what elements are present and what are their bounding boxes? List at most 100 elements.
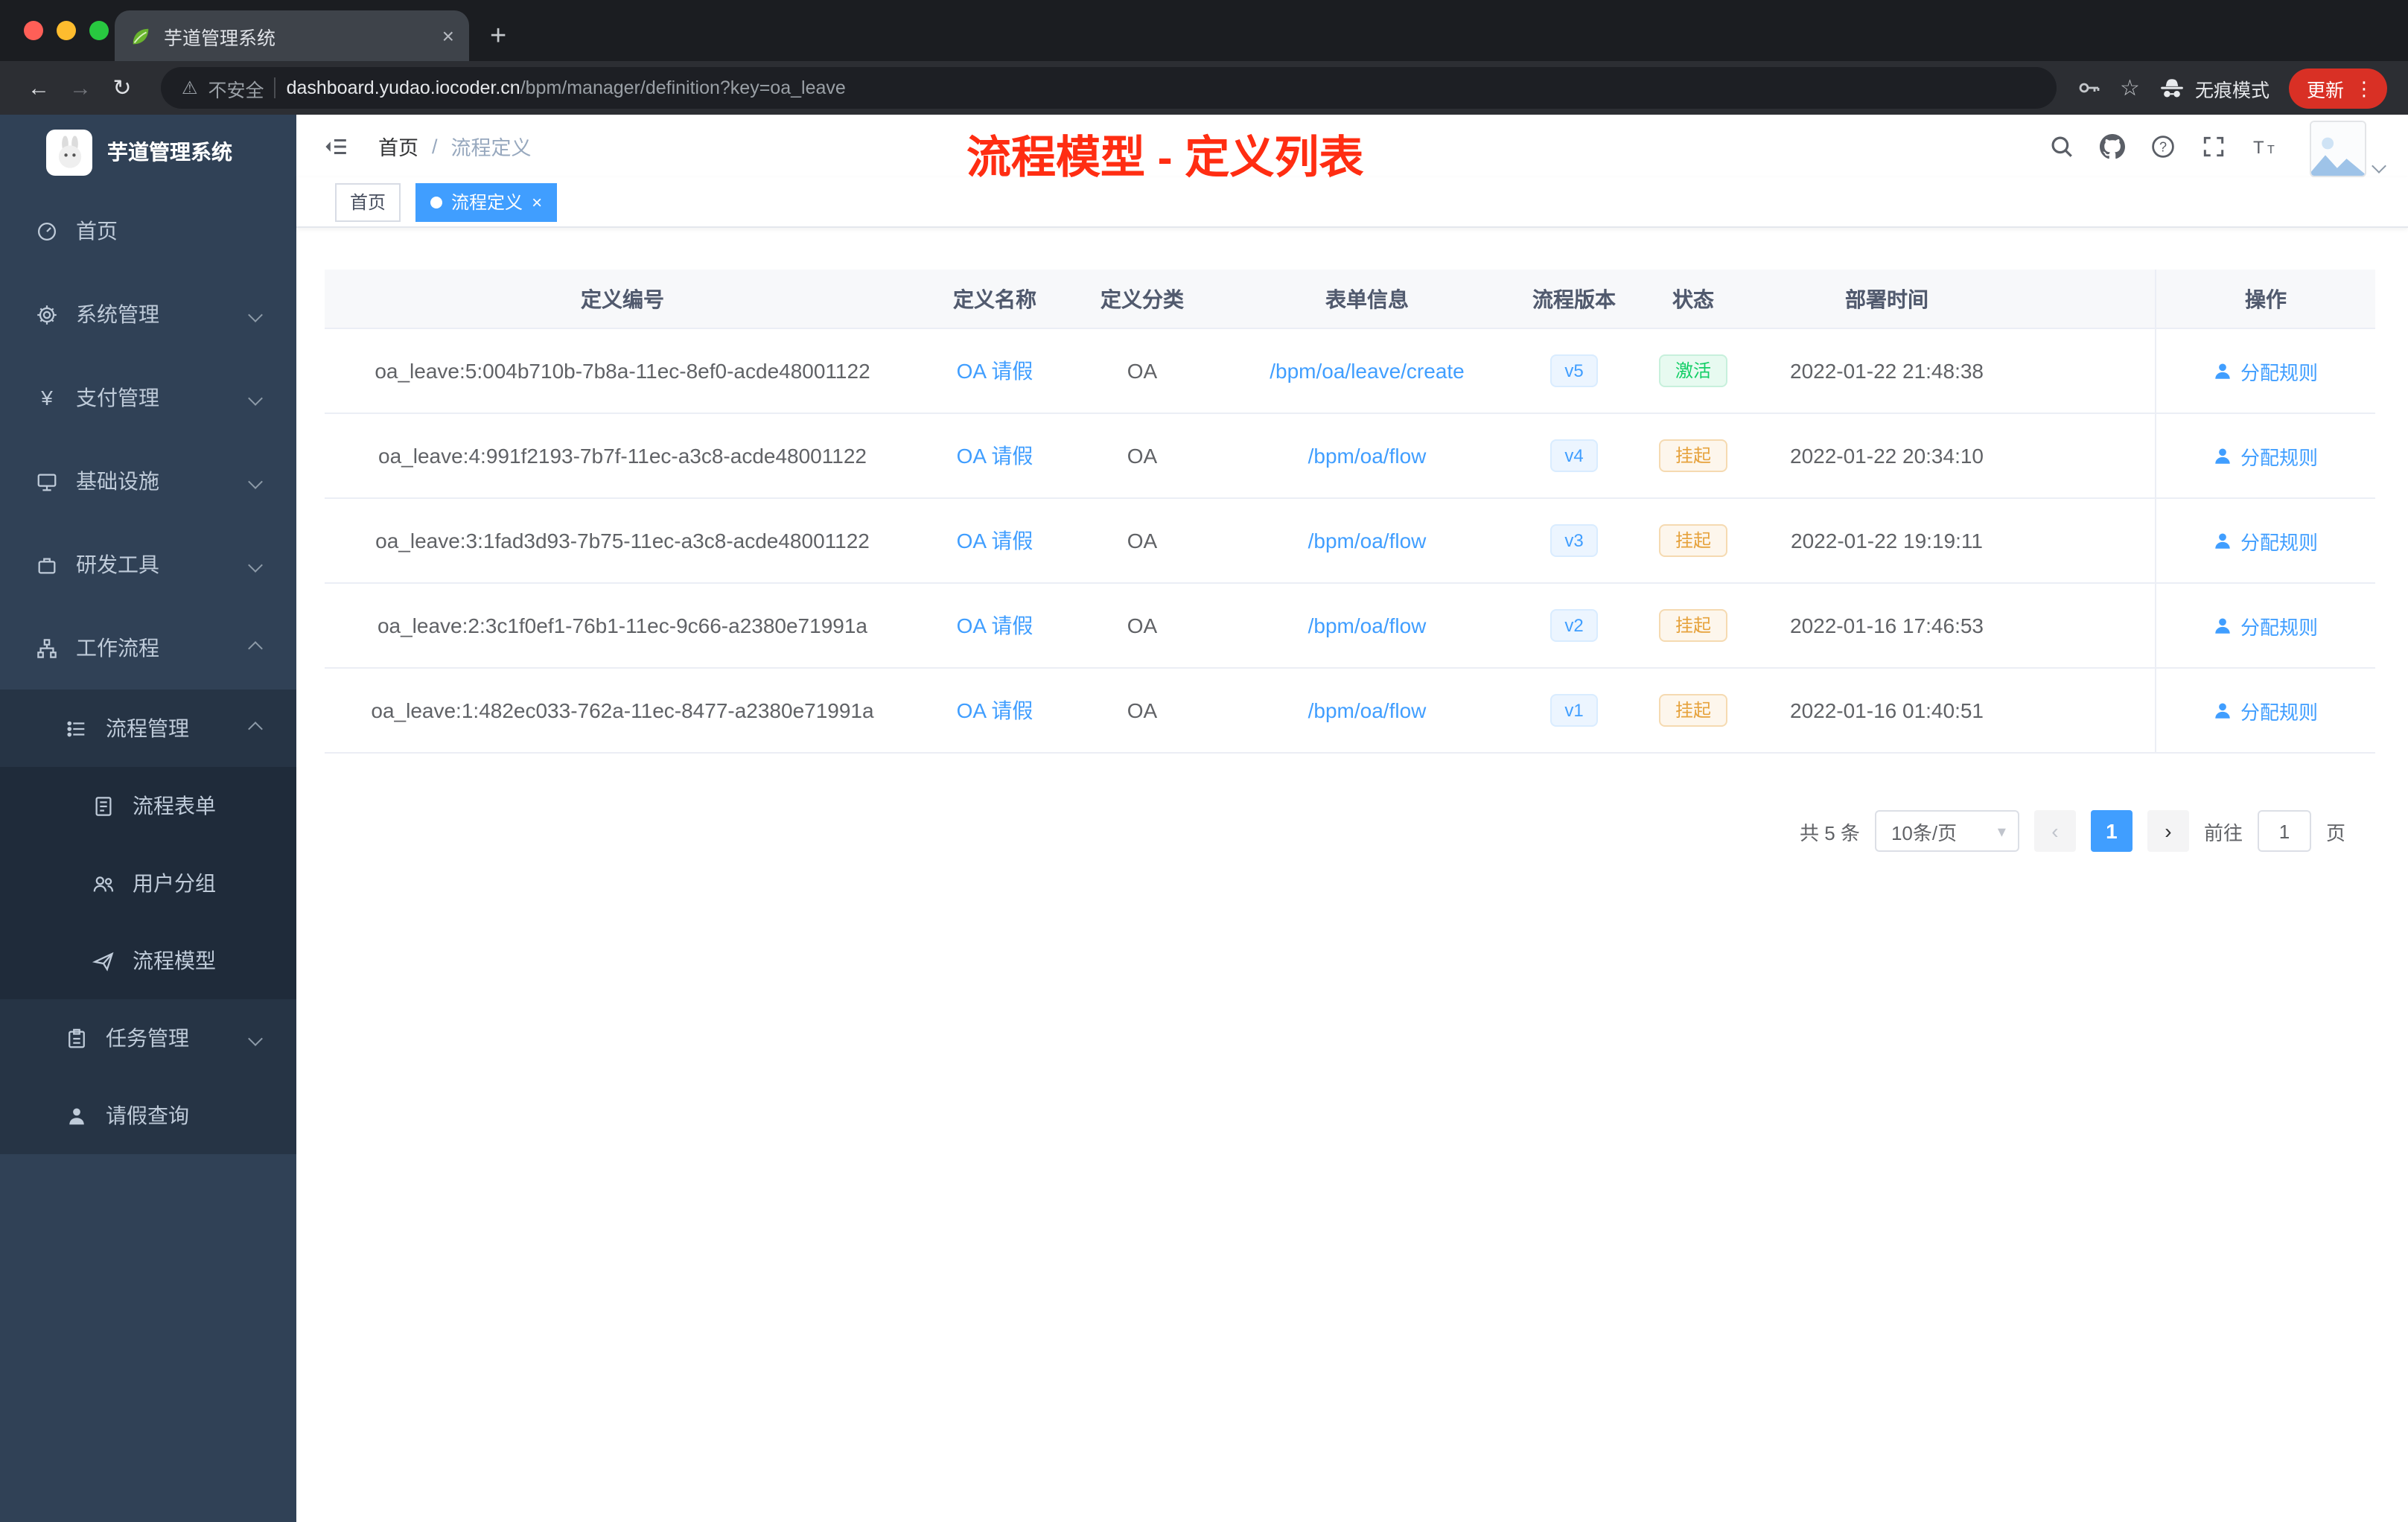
definition-name-link[interactable]: OA 请假 bbox=[920, 526, 1069, 555]
address-bar[interactable]: ⚠ 不安全 dashboard.yudao.iocoder.cn/bpm/man… bbox=[161, 67, 2057, 109]
sidebar-item-label: 流程表单 bbox=[133, 794, 216, 818]
cell-category: OA bbox=[1127, 359, 1158, 383]
definition-name-link[interactable]: OA 请假 bbox=[920, 356, 1069, 386]
omnibox-divider bbox=[274, 77, 276, 98]
sidebar-item-label: 流程管理 bbox=[106, 716, 189, 740]
tag-process-definition[interactable]: 流程定义 × bbox=[415, 182, 558, 221]
cell-action: 分配规则 bbox=[2155, 499, 2375, 582]
col-deploy-time: 部署时间 bbox=[1845, 287, 1928, 311]
key-icon[interactable] bbox=[2077, 76, 2100, 100]
sidebar-item-label: 支付管理 bbox=[76, 386, 159, 410]
cell-deploy-time: 2022-01-22 19:19:11 bbox=[1791, 529, 1983, 553]
definition-name-link[interactable]: OA 请假 bbox=[920, 611, 1069, 640]
fullscreen-icon[interactable] bbox=[2201, 133, 2226, 159]
close-window-button[interactable] bbox=[24, 21, 43, 40]
cell-action: 分配规则 bbox=[2155, 584, 2375, 667]
tab-close-icon[interactable]: × bbox=[442, 25, 454, 46]
cell-version: v4 bbox=[1519, 439, 1629, 473]
sidebar-item-devtools[interactable]: 研发工具 bbox=[0, 523, 296, 606]
breadcrumb: 首页 / 流程定义 bbox=[378, 131, 532, 161]
person-icon bbox=[66, 1104, 88, 1127]
help-icon[interactable]: ? bbox=[2150, 133, 2176, 159]
sidebar-item-payment[interactable]: ¥ 支付管理 bbox=[0, 356, 296, 439]
sidebar-item-task-manage[interactable]: 任务管理 bbox=[0, 999, 296, 1077]
sidebar-item-process-model[interactable]: 流程模型 bbox=[0, 922, 296, 999]
list-icon bbox=[66, 717, 88, 739]
cell-category: OA bbox=[1127, 614, 1158, 637]
browser-menu-icon[interactable]: ⋮ bbox=[2354, 78, 2374, 98]
assign-rule-link[interactable]: 分配规则 bbox=[2214, 442, 2318, 470]
form-link[interactable]: /bpm/oa/flow bbox=[1215, 529, 1519, 553]
app-header: 首页 / 流程定义 流程模型 - 定义列表 ? T T bbox=[296, 115, 2408, 183]
sidebar-fold-icon[interactable] bbox=[323, 133, 348, 159]
sidebar-item-system[interactable]: 系统管理 bbox=[0, 273, 296, 356]
sidebar-item-home[interactable]: 首页 bbox=[0, 189, 296, 273]
search-icon[interactable] bbox=[2049, 133, 2074, 159]
browser-tab[interactable]: 芋道管理系统 × bbox=[115, 10, 469, 61]
zoom-window-button[interactable] bbox=[89, 21, 109, 40]
table-row: oa_leave:3:1fad3d93-7b75-11ec-a3c8-acde4… bbox=[325, 499, 2375, 584]
cell-version: v1 bbox=[1519, 693, 1629, 727]
reload-icon[interactable]: ↻ bbox=[104, 74, 140, 101]
status-badge: 挂起 bbox=[1658, 523, 1727, 558]
sidebar-logo[interactable]: 芋道管理系统 bbox=[0, 115, 296, 189]
page-number-button[interactable]: 1 bbox=[2090, 810, 2133, 852]
sidebar-item-process-form[interactable]: 流程表单 bbox=[0, 767, 296, 844]
assign-rule-link[interactable]: 分配规则 bbox=[2214, 526, 2318, 555]
not-secure-warning-icon: ⚠ bbox=[182, 77, 198, 98]
sidebar-item-infrastructure[interactable]: 基础设施 bbox=[0, 439, 296, 523]
form-link[interactable]: /bpm/oa/flow bbox=[1215, 698, 1519, 722]
next-page-button[interactable]: › bbox=[2147, 810, 2189, 852]
user-menu[interactable] bbox=[2310, 115, 2386, 177]
goto-page-input[interactable] bbox=[2257, 810, 2311, 852]
form-link[interactable]: /bpm/oa/flow bbox=[1215, 614, 1519, 637]
chevron-down-icon bbox=[248, 307, 263, 322]
chevron-down-icon bbox=[2372, 159, 2386, 173]
assign-rule-link[interactable]: 分配规则 bbox=[2214, 611, 2318, 640]
incognito-badge: 无痕模式 bbox=[2159, 74, 2270, 102]
cell-status: 挂起 bbox=[1629, 523, 1757, 558]
assign-rule-label: 分配规则 bbox=[2240, 616, 2318, 638]
cell-definition-id: oa_leave:4:991f2193-7b7f-11ec-a3c8-acde4… bbox=[378, 444, 867, 468]
chevron-up-icon bbox=[248, 721, 263, 736]
assign-rule-link[interactable]: 分配规则 bbox=[2214, 696, 2318, 725]
sidebar-item-workflow[interactable]: 工作流程 bbox=[0, 606, 296, 690]
definition-name-link[interactable]: OA 请假 bbox=[920, 441, 1069, 471]
assign-rule-label: 分配规则 bbox=[2240, 701, 2318, 723]
cell-category: OA bbox=[1127, 529, 1158, 553]
sidebar-item-user-group[interactable]: 用户分组 bbox=[0, 844, 296, 922]
github-icon[interactable] bbox=[2100, 133, 2125, 159]
svg-text:?: ? bbox=[2159, 138, 2167, 153]
page-annotation: 流程模型 - 定义列表 bbox=[966, 134, 1364, 183]
url-domain: dashboard.yudao.iocoder.cn bbox=[286, 77, 520, 98]
version-tag: v2 bbox=[1549, 608, 1599, 643]
chevron-down-icon bbox=[248, 474, 263, 488]
status-badge: 挂起 bbox=[1658, 608, 1727, 643]
sidebar-item-process-manage[interactable]: 流程管理 bbox=[0, 690, 296, 767]
sidebar-item-leave-query[interactable]: 请假查询 bbox=[0, 1077, 296, 1154]
back-icon[interactable]: ← bbox=[21, 75, 57, 101]
forward-icon[interactable]: → bbox=[63, 75, 98, 101]
tag-home[interactable]: 首页 bbox=[335, 182, 401, 221]
version-tag: v4 bbox=[1549, 439, 1599, 473]
bookmark-star-icon[interactable]: ☆ bbox=[2120, 74, 2140, 101]
font-size-icon[interactable]: TT bbox=[2252, 133, 2278, 159]
definition-name-link[interactable]: OA 请假 bbox=[920, 695, 1069, 725]
incognito-label: 无痕模式 bbox=[2194, 80, 2270, 101]
new-tab-button[interactable]: + bbox=[490, 22, 506, 51]
prev-page-button[interactable]: ‹ bbox=[2033, 810, 2076, 852]
page-size-select[interactable]: 10条/页 ▾ bbox=[1874, 810, 2019, 852]
svg-text:T: T bbox=[2253, 137, 2264, 157]
tag-close-icon[interactable]: × bbox=[532, 193, 542, 211]
cell-status: 挂起 bbox=[1629, 439, 1757, 473]
form-link[interactable]: /bpm/oa/leave/create bbox=[1215, 359, 1519, 383]
breadcrumb-home[interactable]: 首页 bbox=[378, 131, 418, 161]
assign-rule-link[interactable]: 分配规则 bbox=[2214, 357, 2318, 385]
update-button[interactable]: 更新 ⋮ bbox=[2288, 68, 2387, 108]
logo-avatar bbox=[46, 129, 92, 175]
header-actions: ? TT bbox=[2049, 115, 2386, 177]
main-area: 首页 / 流程定义 流程模型 - 定义列表 ? T T 首页 流程定义 × 定义… bbox=[296, 115, 2408, 1522]
form-link[interactable]: /bpm/oa/flow bbox=[1215, 444, 1519, 468]
table-header-row: 定义编号 定义名称 定义分类 表单信息 流程版本 状态 部署时间 操作 bbox=[325, 270, 2375, 329]
minimize-window-button[interactable] bbox=[57, 21, 76, 40]
